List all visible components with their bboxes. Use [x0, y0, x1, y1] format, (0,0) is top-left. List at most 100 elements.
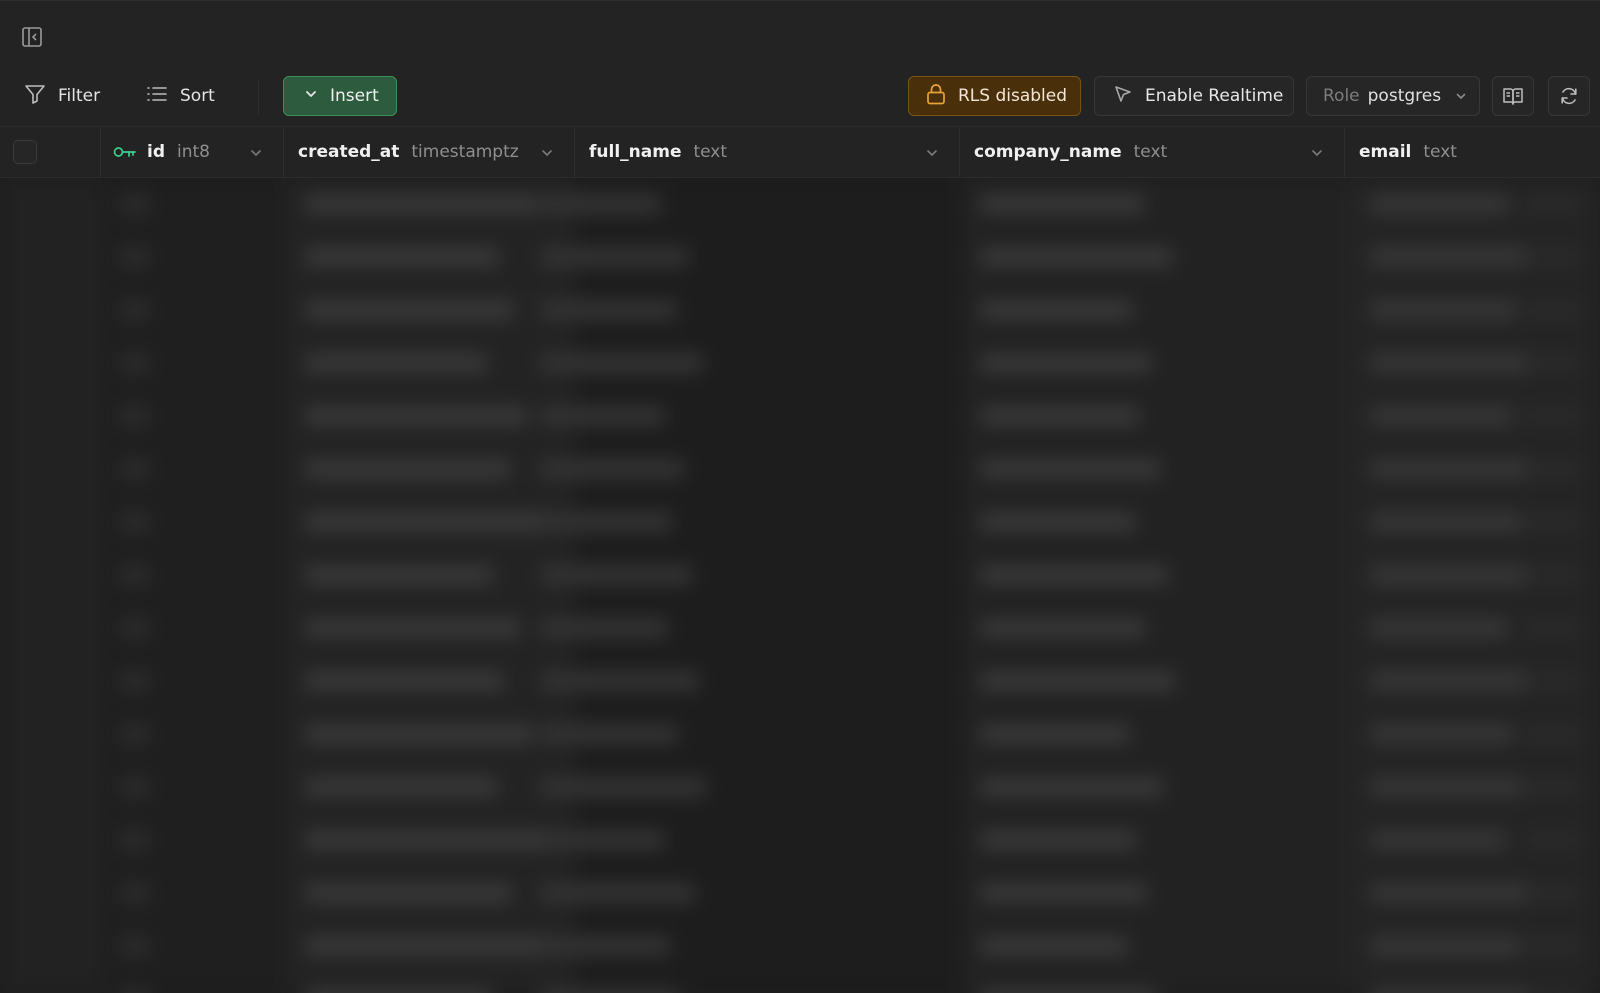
blurred-cell	[1370, 406, 1512, 426]
blurred-cell	[980, 830, 1136, 850]
column-header-id[interactable]: id int8	[101, 127, 284, 177]
cursor-icon	[1113, 84, 1133, 109]
filter-label: Filter	[58, 86, 101, 106]
blurred-cell	[305, 989, 491, 993]
rls-disabled-button[interactable]: RLS disabled	[908, 76, 1081, 116]
blurred-column	[0, 178, 101, 993]
blurred-cell	[120, 247, 150, 267]
column-header-company-name[interactable]: company_name text	[960, 127, 1345, 177]
blurred-cell	[980, 247, 1172, 267]
blurred-cell	[120, 777, 150, 797]
blurred-cell	[980, 512, 1135, 532]
blurred-cell	[1525, 618, 1580, 638]
blurred-cell	[540, 300, 677, 320]
role-selector[interactable]: Role postgres	[1306, 76, 1480, 116]
insert-button[interactable]: Insert	[283, 76, 397, 116]
blurred-cell	[540, 989, 679, 993]
book-icon	[1502, 86, 1524, 106]
column-type: text	[693, 142, 728, 162]
blurred-cell	[305, 724, 533, 744]
select-all-checkbox[interactable]	[13, 140, 37, 164]
blurred-cell	[120, 353, 150, 373]
docs-button[interactable]	[1492, 76, 1534, 116]
blurred-cell	[1525, 459, 1580, 479]
blurred-cell	[980, 406, 1139, 426]
blurred-cell	[980, 194, 1144, 214]
blurred-cell	[540, 353, 703, 373]
key-icon	[113, 145, 137, 159]
sort-button[interactable]: Sort	[146, 76, 215, 116]
column-header-full-name[interactable]: full_name text	[575, 127, 960, 177]
blurred-cell	[120, 565, 150, 585]
refresh-button[interactable]	[1548, 76, 1590, 116]
blurred-cell	[540, 936, 670, 956]
blurred-cell	[1525, 883, 1580, 903]
chevron-down-icon[interactable]	[540, 145, 554, 165]
blurred-cell	[980, 883, 1147, 903]
blurred-cell	[120, 883, 150, 903]
enable-realtime-button[interactable]: Enable Realtime	[1094, 76, 1294, 116]
lock-icon	[926, 83, 946, 110]
blurred-cell	[305, 936, 554, 956]
blurred-cell	[305, 883, 512, 903]
blurred-cell	[1525, 671, 1580, 691]
column-header-email[interactable]: email text	[1345, 127, 1600, 177]
blurred-cell	[540, 406, 665, 426]
blurred-cell	[1525, 777, 1580, 797]
blurred-cell	[1370, 618, 1508, 638]
blurred-cell	[1525, 512, 1580, 532]
blurred-cell	[980, 936, 1127, 956]
blurred-cell	[305, 247, 499, 267]
blurred-cell	[980, 618, 1145, 638]
blurred-cell	[1525, 989, 1580, 993]
blurred-cell	[540, 512, 672, 532]
blurred-cell	[980, 459, 1160, 479]
grid-header: id int8 created_at timestamptz full_name…	[0, 126, 1600, 178]
blurred-cell	[540, 671, 699, 691]
blurred-cell	[305, 671, 504, 691]
blurred-cell	[540, 618, 668, 638]
column-header-created-at[interactable]: created_at timestamptz	[284, 127, 575, 177]
blurred-cell	[980, 353, 1151, 373]
blurred-cell	[120, 194, 150, 214]
blurred-cell	[1525, 353, 1580, 373]
blurred-cell	[1370, 724, 1513, 744]
top-bar	[0, 0, 1600, 71]
blurred-cell	[120, 459, 150, 479]
blurred-cell	[305, 512, 550, 532]
chevron-down-icon	[1455, 90, 1467, 102]
blurred-cell	[305, 353, 487, 373]
blurred-cell	[980, 724, 1130, 744]
blurred-cell	[305, 777, 497, 797]
blurred-cell	[1525, 936, 1580, 956]
role-label: Role	[1323, 86, 1360, 106]
blurred-cell	[120, 830, 150, 850]
blurred-cell	[120, 406, 150, 426]
list-icon	[146, 83, 168, 110]
blurred-cell	[540, 724, 678, 744]
blurred-cell	[980, 300, 1132, 320]
column-name: company_name	[974, 142, 1122, 162]
refresh-icon	[1559, 86, 1579, 106]
grid-body-blurred	[0, 178, 1600, 993]
blurred-cell	[120, 724, 150, 744]
chevron-down-icon	[304, 86, 318, 106]
blurred-cell	[120, 300, 150, 320]
sort-label: Sort	[180, 86, 215, 106]
select-all-column	[0, 127, 101, 177]
chevron-down-icon[interactable]	[249, 145, 263, 165]
blurred-cell	[1525, 194, 1580, 214]
insert-label: Insert	[330, 86, 379, 106]
blurred-cell	[120, 671, 150, 691]
rls-label: RLS disabled	[958, 86, 1068, 106]
blurred-cell	[305, 406, 527, 426]
sidebar-collapse-icon[interactable]	[20, 25, 44, 49]
chevron-down-icon[interactable]	[1310, 145, 1324, 165]
blurred-cell	[120, 989, 150, 993]
blurred-cell	[980, 777, 1163, 797]
blurred-cell	[1370, 353, 1534, 373]
column-type: text	[1133, 142, 1168, 162]
blurred-cell	[540, 883, 695, 903]
chevron-down-icon[interactable]	[925, 145, 939, 165]
filter-button[interactable]: Filter	[24, 76, 100, 116]
